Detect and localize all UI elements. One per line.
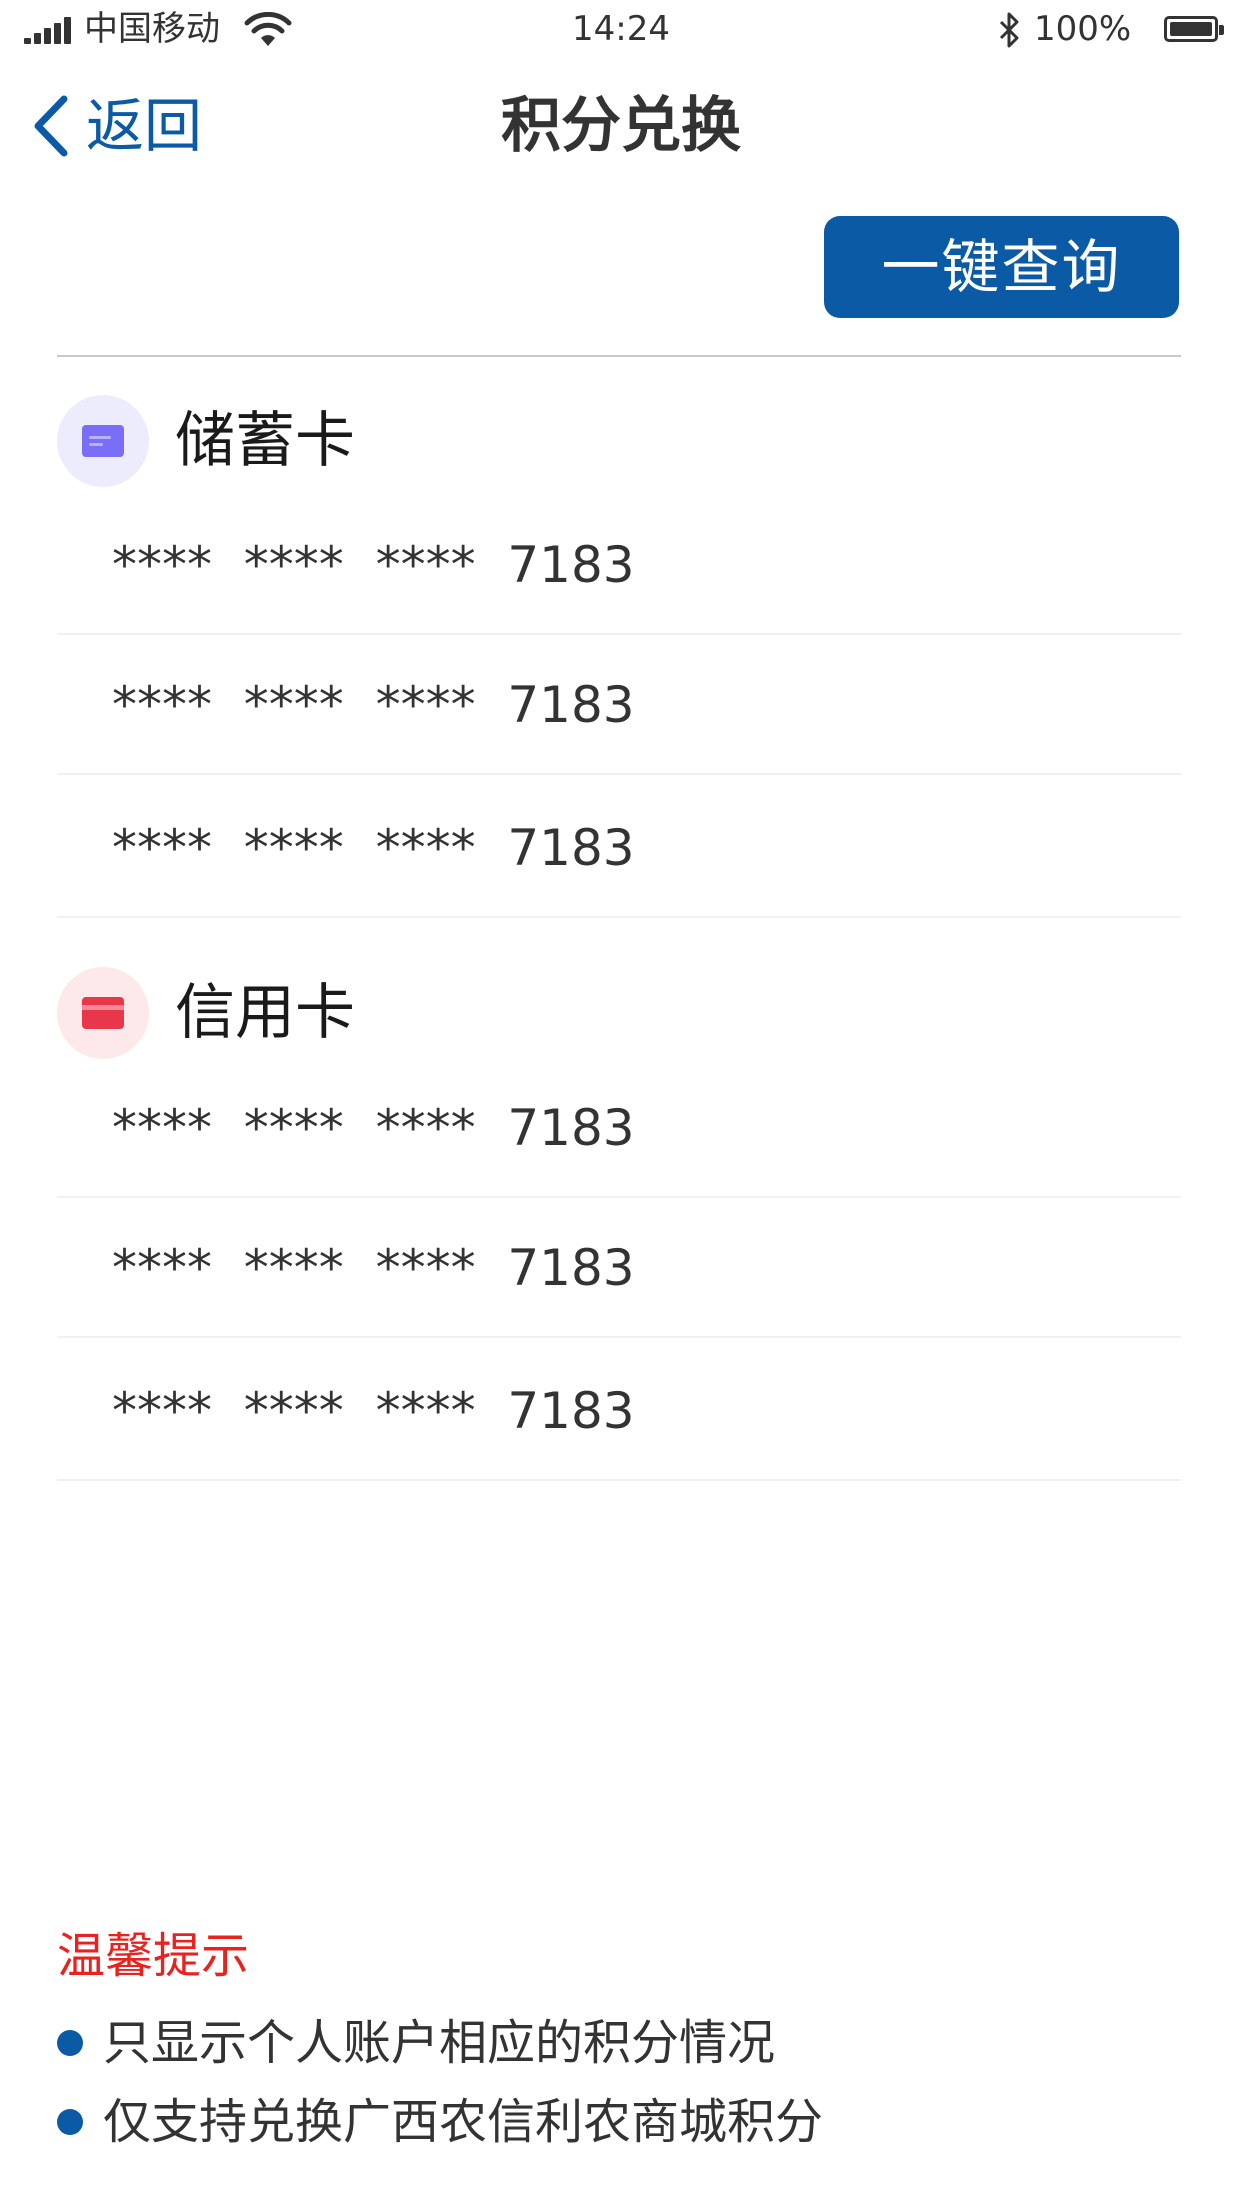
card-last4: 7183 <box>507 1239 635 1297</box>
credit-card-row[interactable]: **** **** **** 7183 <box>57 1341 1181 1481</box>
credit-card-row[interactable]: **** **** **** 7183 <box>57 1058 1181 1198</box>
card-number: **** **** **** 7183 <box>112 1198 635 1338</box>
section-title-credit: 信用卡 <box>175 978 355 1048</box>
status-bar: 中国移动 14:24 100% <box>0 0 1242 60</box>
card-last4: 7183 <box>507 536 635 594</box>
card-masked-digits: **** **** **** <box>112 536 476 594</box>
tip-text: 只显示个人账户相应的积分情况 <box>103 2015 776 2071</box>
card-number: **** **** **** 7183 <box>112 1058 635 1198</box>
card-number: **** **** **** 7183 <box>112 495 635 635</box>
card-last4: 7183 <box>507 819 635 877</box>
page-title: 积分兑换 <box>501 91 741 161</box>
tip-item: 只显示个人账户相应的积分情况 <box>57 2008 775 2078</box>
card-masked-digits: **** **** **** <box>112 676 476 734</box>
debit-card-row[interactable]: **** **** **** 7183 <box>57 495 1181 635</box>
one-click-query-button[interactable]: 一键查询 <box>824 216 1179 318</box>
card-last4: 7183 <box>507 1382 635 1440</box>
card-last4: 7183 <box>507 1099 635 1157</box>
credit-card-section-header: 信用卡 <box>57 967 355 1059</box>
tips-title: 温馨提示 <box>57 1928 250 1984</box>
tip-item: 仅支持兑换广西农信利农商城积分 <box>57 2087 823 2157</box>
section-title-debit: 储蓄卡 <box>175 406 355 476</box>
battery-icon <box>1164 16 1224 42</box>
debit-card-icon <box>57 395 149 487</box>
card-number: **** **** **** 7183 <box>112 1341 635 1481</box>
card-masked-digits: **** **** **** <box>112 1099 476 1157</box>
bluetooth-icon <box>999 12 1019 48</box>
divider <box>57 355 1181 357</box>
card-masked-digits: **** **** **** <box>112 819 476 877</box>
card-masked-digits: **** **** **** <box>112 1382 476 1440</box>
debit-card-row[interactable]: **** **** **** 7183 <box>57 778 1181 918</box>
navigation-bar: 返回 积分兑换 <box>0 60 1242 194</box>
battery-percentage: 100% <box>1034 9 1132 49</box>
tip-text: 仅支持兑换广西农信利农商城积分 <box>103 2094 824 2150</box>
card-masked-digits: **** **** **** <box>112 1239 476 1297</box>
debit-card-section-header: 储蓄卡 <box>57 395 355 487</box>
card-last4: 7183 <box>507 676 635 734</box>
card-number: **** **** **** 7183 <box>112 778 635 918</box>
debit-card-row[interactable]: **** **** **** 7183 <box>57 635 1181 775</box>
card-number: **** **** **** 7183 <box>112 635 635 775</box>
bullet-dot-icon <box>57 2109 83 2135</box>
credit-card-row[interactable]: **** **** **** 7183 <box>57 1198 1181 1338</box>
credit-card-icon <box>57 967 149 1059</box>
bullet-dot-icon <box>57 2030 83 2056</box>
